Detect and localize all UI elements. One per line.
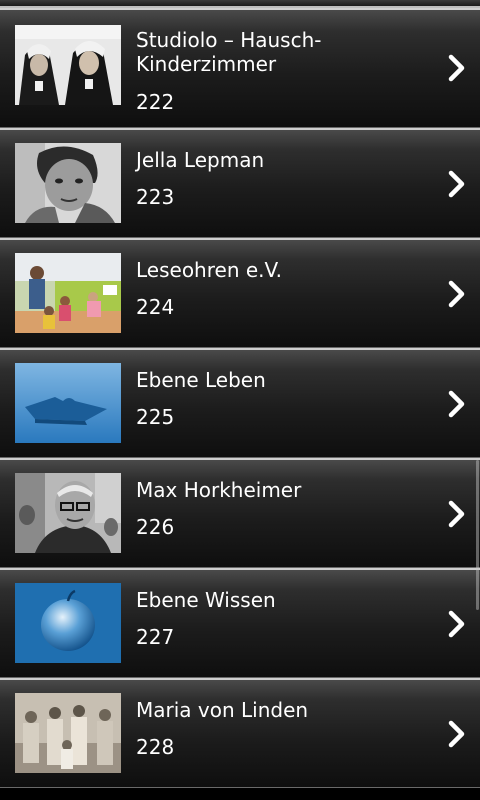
item-title: Ebene Wissen	[136, 588, 276, 612]
item-number: 224	[136, 295, 175, 319]
item-title: Ebene Leben	[136, 368, 266, 392]
chevron-right-icon	[448, 280, 465, 308]
list-item[interactable]: Max Horkheimer 226	[0, 458, 480, 568]
item-list: Studiolo – Hausch-Kinderzimmer 222 Jella…	[0, 0, 480, 800]
chevron-right-icon	[448, 720, 465, 748]
item-title: Maria von Linden	[136, 698, 309, 722]
item-number: 225	[136, 405, 175, 429]
list-item[interactable]: Ebene Leben 225	[0, 348, 480, 458]
woman-portrait-photo	[15, 143, 121, 223]
item-title: Studiolo – Hausch-Kinderzimmer	[136, 28, 322, 76]
group-photo	[15, 693, 121, 773]
two-nuns-photo	[15, 25, 121, 105]
children-reading-photo	[15, 253, 121, 333]
chevron-right-icon	[448, 170, 465, 198]
man-glasses-photo	[15, 473, 121, 553]
list-item[interactable]: Studiolo – Hausch-Kinderzimmer 222	[0, 8, 480, 128]
list-item[interactable]: Leseohren e.V. 224	[0, 238, 480, 348]
blue-apple-photo	[15, 583, 121, 663]
item-title: Max Horkheimer	[136, 478, 302, 502]
chevron-right-icon	[448, 390, 465, 418]
item-number: 228	[136, 735, 175, 759]
blue-puzzle-photo	[15, 363, 121, 443]
item-number: 226	[136, 515, 175, 539]
previous-row-edge	[0, 0, 480, 8]
chevron-right-icon	[448, 610, 465, 638]
chevron-right-icon	[448, 54, 465, 82]
list-item[interactable]: Ebene Wissen 227	[0, 568, 480, 678]
list-item[interactable]: Jella Lepman 223	[0, 128, 480, 238]
item-title: Jella Lepman	[136, 148, 265, 172]
scrollbar[interactable]	[476, 460, 479, 610]
list-item[interactable]: Maria von Linden 228	[0, 678, 480, 788]
chevron-right-icon	[448, 500, 465, 528]
item-number: 227	[136, 625, 175, 649]
item-number: 223	[136, 185, 175, 209]
item-number: 222	[136, 90, 175, 114]
item-title: Leseohren e.V.	[136, 258, 282, 282]
